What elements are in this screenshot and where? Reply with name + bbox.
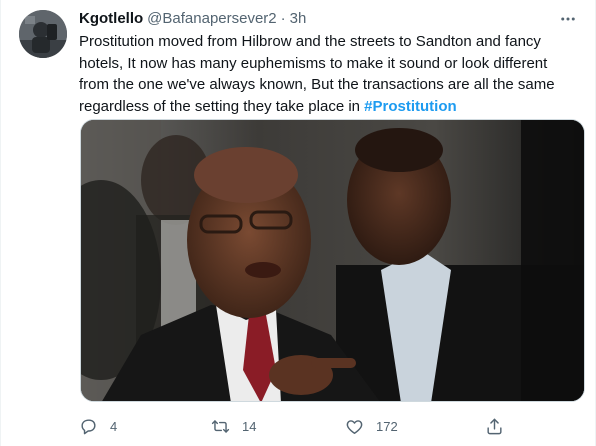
reply-button[interactable]: 4 bbox=[79, 412, 117, 440]
tweet-header: Kgotlello @Bafanapersever2 · 3h bbox=[79, 10, 306, 30]
avatar[interactable] bbox=[19, 10, 67, 58]
more-options-button[interactable] bbox=[557, 8, 579, 30]
hashtag-link[interactable]: #Prostitution bbox=[364, 98, 457, 115]
like-button[interactable]: 172 bbox=[345, 412, 398, 440]
reply-count: 4 bbox=[110, 418, 118, 434]
more-horizontal-icon bbox=[561, 17, 575, 21]
share-icon bbox=[487, 418, 502, 434]
tweet-text: Prostitution moved from Hilbrow and the … bbox=[79, 31, 579, 117]
tweet-card[interactable]: Kgotlello @Bafanapersever2 · 3h Prostitu… bbox=[0, 0, 596, 446]
tweet-body: Prostitution moved from Hilbrow and the … bbox=[79, 33, 555, 115]
tweet-photo[interactable] bbox=[80, 119, 585, 402]
retweet-count: 14 bbox=[242, 418, 257, 434]
photo-image bbox=[81, 120, 584, 401]
retweet-button[interactable]: 14 bbox=[211, 412, 256, 440]
display-name[interactable]: Kgotlello bbox=[79, 10, 143, 27]
retweet-icon bbox=[211, 419, 230, 433]
user-handle[interactable]: @Bafanapersever2 bbox=[147, 10, 276, 27]
reply-icon bbox=[81, 418, 96, 434]
heart-icon bbox=[346, 419, 363, 434]
timestamp[interactable]: 3h bbox=[290, 10, 307, 27]
share-button[interactable] bbox=[485, 412, 504, 440]
like-count: 172 bbox=[376, 418, 398, 434]
tweet-actions: 4 14 172 bbox=[79, 412, 509, 440]
avatar-image bbox=[19, 10, 67, 58]
separator-dot: · bbox=[280, 10, 286, 27]
